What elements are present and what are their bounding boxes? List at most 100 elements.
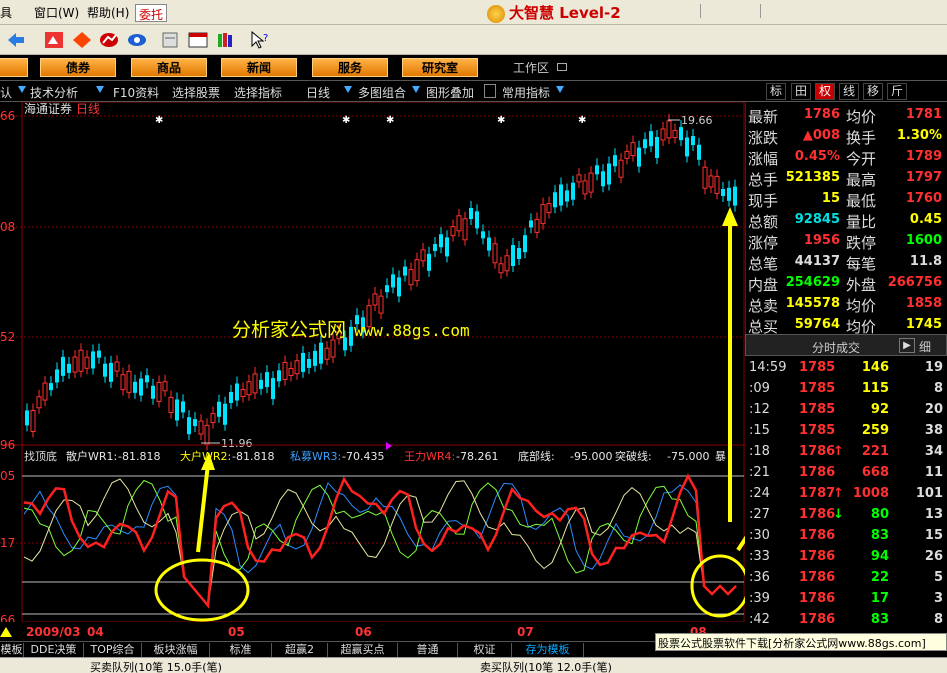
candle-body [721,189,725,196]
eye-icon[interactable] [127,31,147,49]
tick-time: :24 [749,486,770,501]
bottom-tab[interactable]: TOP综合 [84,643,142,657]
dropdown-arrow-icon[interactable] [96,86,104,93]
candle-body [271,378,275,400]
dropdown-arrow-icon[interactable] [412,86,420,93]
quote-label: 总卖 [748,297,779,315]
tick-volume: 83 [870,528,889,543]
menu-item-window[interactable]: 窗口(W) [34,4,79,21]
quote-label: 涨停 [748,234,779,252]
quote-row: 涨停 1956 跌停 1600 [748,231,944,252]
dropdown-arrow-icon[interactable] [18,86,26,93]
menu-item-tools[interactable]: 具 [0,4,12,21]
indicator-name: 找顶底 [24,449,57,463]
candle-body [504,255,510,272]
tick-time: :15 [749,423,770,438]
candle-body [439,234,443,248]
help-cursor-icon[interactable]: ? [250,31,270,49]
tab-move[interactable]: 移 [863,83,883,100]
candle-body [319,342,323,364]
dropdown-arrow-icon[interactable] [556,86,564,93]
tick-price: 1785 [799,423,836,438]
tab-rights[interactable]: 权 [815,83,835,100]
lock-icon[interactable] [484,84,496,98]
nav-button-stock[interactable] [0,58,28,77]
trade-button[interactable]: 委托 [135,4,168,22]
status-left: 买卖队列(10笔 15.0手(笔) [90,661,222,673]
back-arrow-icon[interactable] [6,31,26,49]
tab-line[interactable]: 线 [839,83,859,100]
star-marker-icon: ✱ [578,115,586,126]
func-item-common-indicators[interactable]: 常用指标 [502,84,550,101]
chart-icon[interactable] [99,31,119,49]
nav-button-research[interactable]: 研究室 [402,58,478,77]
bottom-tab[interactable]: 模板 [0,643,24,657]
func-item-multi-chart[interactable]: 多图组合 [358,84,406,101]
func-item-overlay[interactable]: 图形叠加 [426,84,474,101]
kline-chart[interactable]: 66 08 52 96 海通证券 日线 ✱ ✱ ✱ ✱ ✱ 19.66 11.96 找顶… [0,102,745,642]
candle-body [588,172,594,193]
diamond-icon[interactable] [72,31,92,49]
bottom-tab[interactable]: 普通 [398,643,458,657]
candle-body [571,182,575,200]
stock-icon[interactable] [44,31,64,49]
books-icon[interactable] [216,31,236,49]
func-item-f10[interactable]: F10资料 [113,84,159,101]
bottom-tab[interactable]: 权证 [458,643,512,657]
window-icon[interactable] [188,31,208,49]
tick-volume: 17 [870,591,889,606]
func-item-confirm[interactable]: 认 [0,84,12,101]
nav-button-news[interactable]: 新闻 [221,58,297,77]
bottom-tab[interactable]: 超赢买点 [328,643,398,657]
bottom-tab[interactable]: DDE决策 [24,643,84,657]
candle-body [175,399,179,421]
tick-count: 11 [924,465,943,480]
tab-grid[interactable]: 田 [791,83,811,100]
workarea-label[interactable]: 工作区 [513,59,549,76]
quote-value: ▲008 [802,128,840,143]
func-item-tech-analysis[interactable]: 技术分析 [30,84,78,101]
tick-list[interactable]: 14:59 1785 146 19:09 1785 115 8:12 1785 92 20:15 1… [745,356,947,656]
nav-button-commodities[interactable]: 商品 [131,58,207,77]
bottom-tab[interactable]: 存为模板 [512,643,584,657]
quote-row: 最新 1786 均价 1781 [748,105,944,126]
quote-row: 总卖 145578 均价 1858 [748,294,944,315]
quote-row: 涨幅 0.45% 今开 1789 [748,147,944,168]
bottom-tab[interactable]: 超赢2 [272,643,328,657]
func-item-select-indicator[interactable]: 选择指标 [234,84,282,101]
candle-body [492,243,498,264]
candle-body [259,379,263,389]
y-tick: 96 [0,438,15,452]
nav-button-services[interactable]: 服务 [312,58,388,77]
bottom-tab[interactable]: 标准 [210,643,272,657]
candle-body [702,166,708,189]
quote-label: 涨跌 [748,129,779,147]
wr-line [23,481,737,607]
tick-detail-button[interactable]: 细 [919,338,931,355]
quote-value: 1600 [905,233,942,248]
bottom-tab[interactable]: 板块涨幅 [142,643,210,657]
tick-time: :36 [749,570,770,585]
candle-body [565,190,569,202]
chart-canvas[interactable]: 66 08 52 96 海通证券 日线 ✱ ✱ ✱ ✱ ✱ 19.66 11.96 找顶… [0,102,745,642]
high-label: 19.66 [681,114,713,127]
tick-row: :09 1785 115 8 [745,379,947,400]
tab-mark[interactable]: 标 [766,83,786,100]
candle-body [456,215,462,232]
play-icon[interactable]: ▶ [899,338,915,353]
nav-button-bonds[interactable]: 债券 [40,58,116,77]
menu-item-help[interactable]: 帮助(H) [87,4,129,21]
print-icon[interactable] [160,31,180,49]
dropdown-arrow-icon[interactable] [344,86,352,93]
quote-label: 最高 [846,171,877,189]
workarea-dropdown-icon[interactable] [557,63,567,71]
watermark-text: 分析家公式网 [232,319,347,341]
candle-body [193,419,197,427]
candle-body [42,382,48,401]
tick-row: :15 1785 259 38 [745,421,947,442]
tab-jin[interactable]: 斤 [887,83,907,100]
func-item-daily[interactable]: 日线 [306,84,330,101]
tick-header: 分时成交 ▶ 细 [745,334,947,356]
quote-row: 总手 521385 最高 1797 [748,168,944,189]
func-item-select-stock[interactable]: 选择股票 [172,84,220,101]
